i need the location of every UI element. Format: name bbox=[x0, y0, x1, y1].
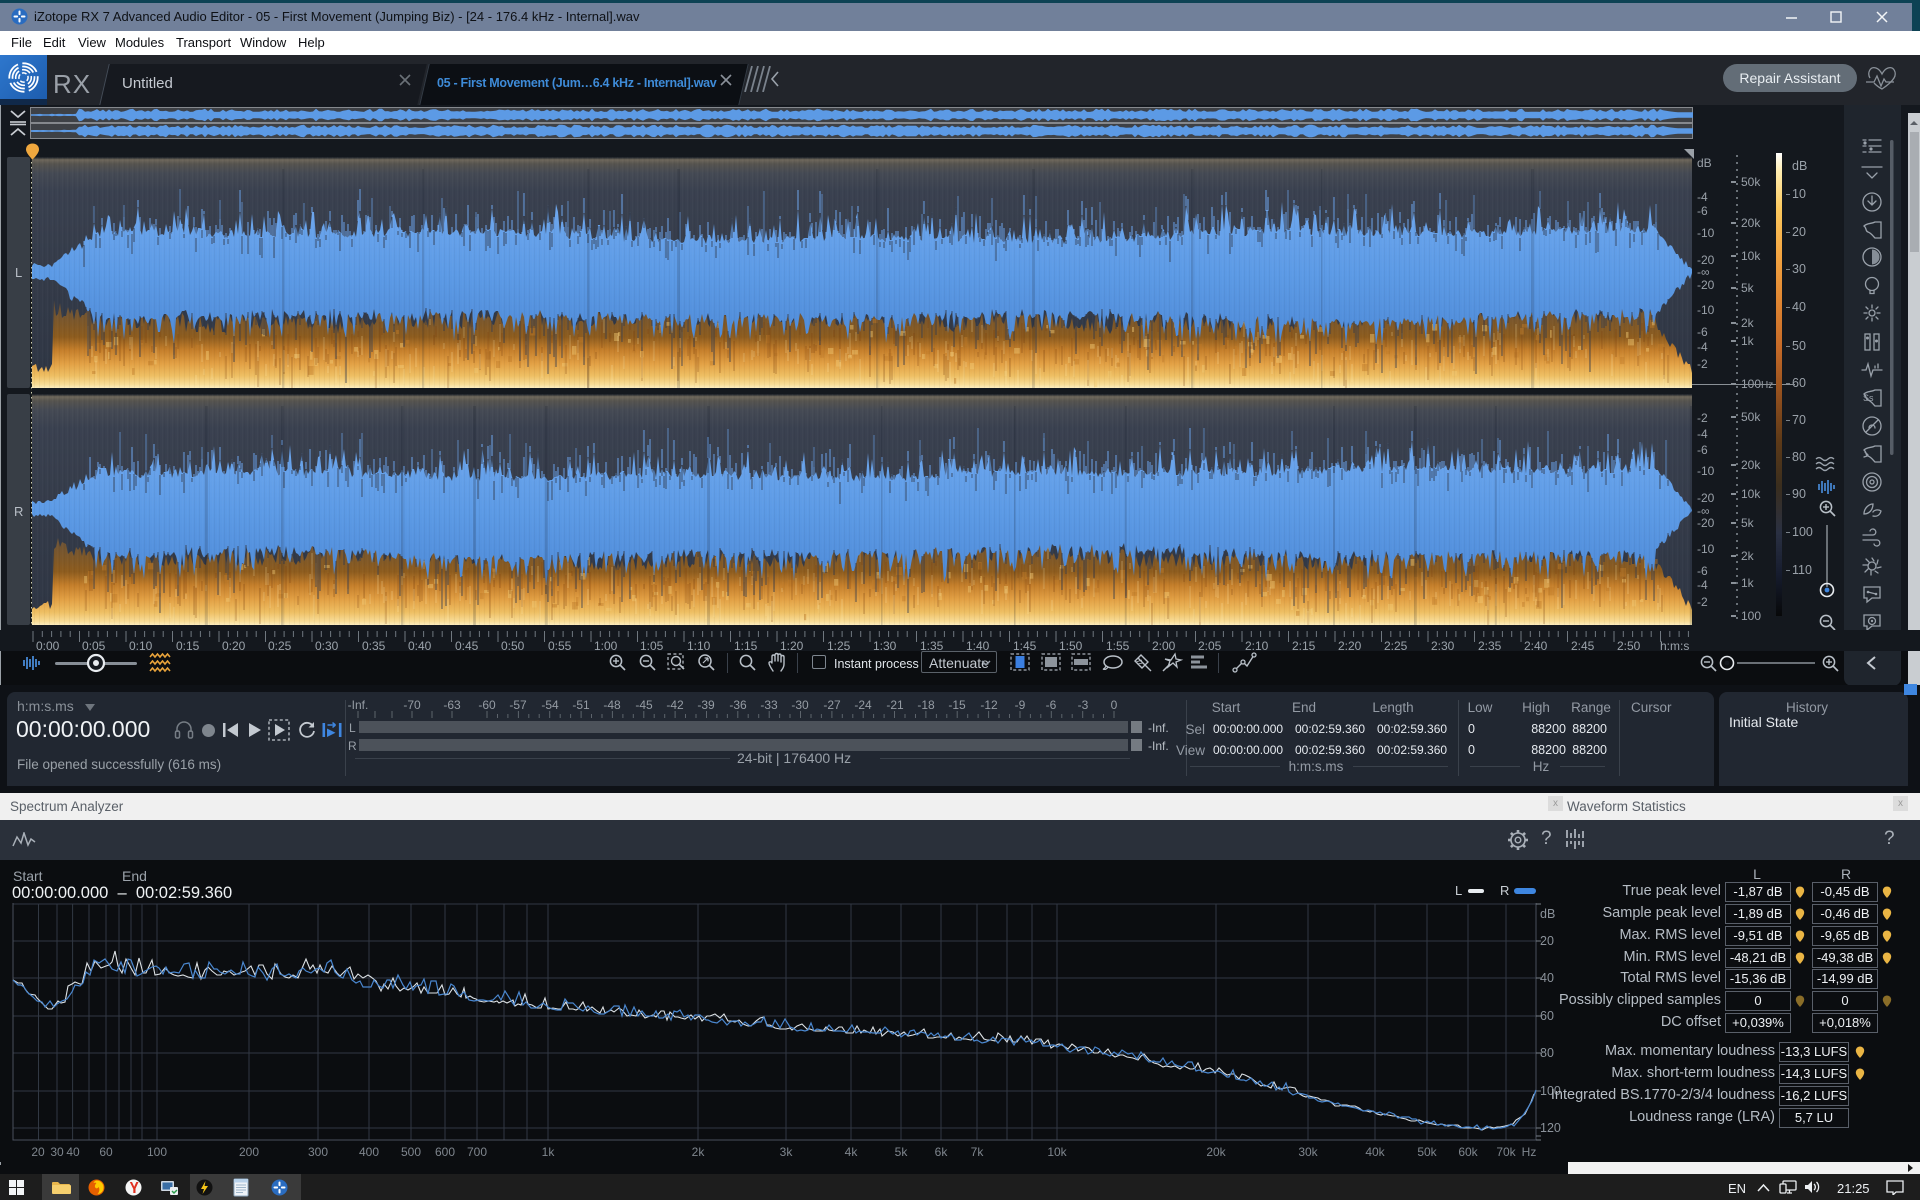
svg-text:Ss: Ss bbox=[1863, 393, 1874, 403]
